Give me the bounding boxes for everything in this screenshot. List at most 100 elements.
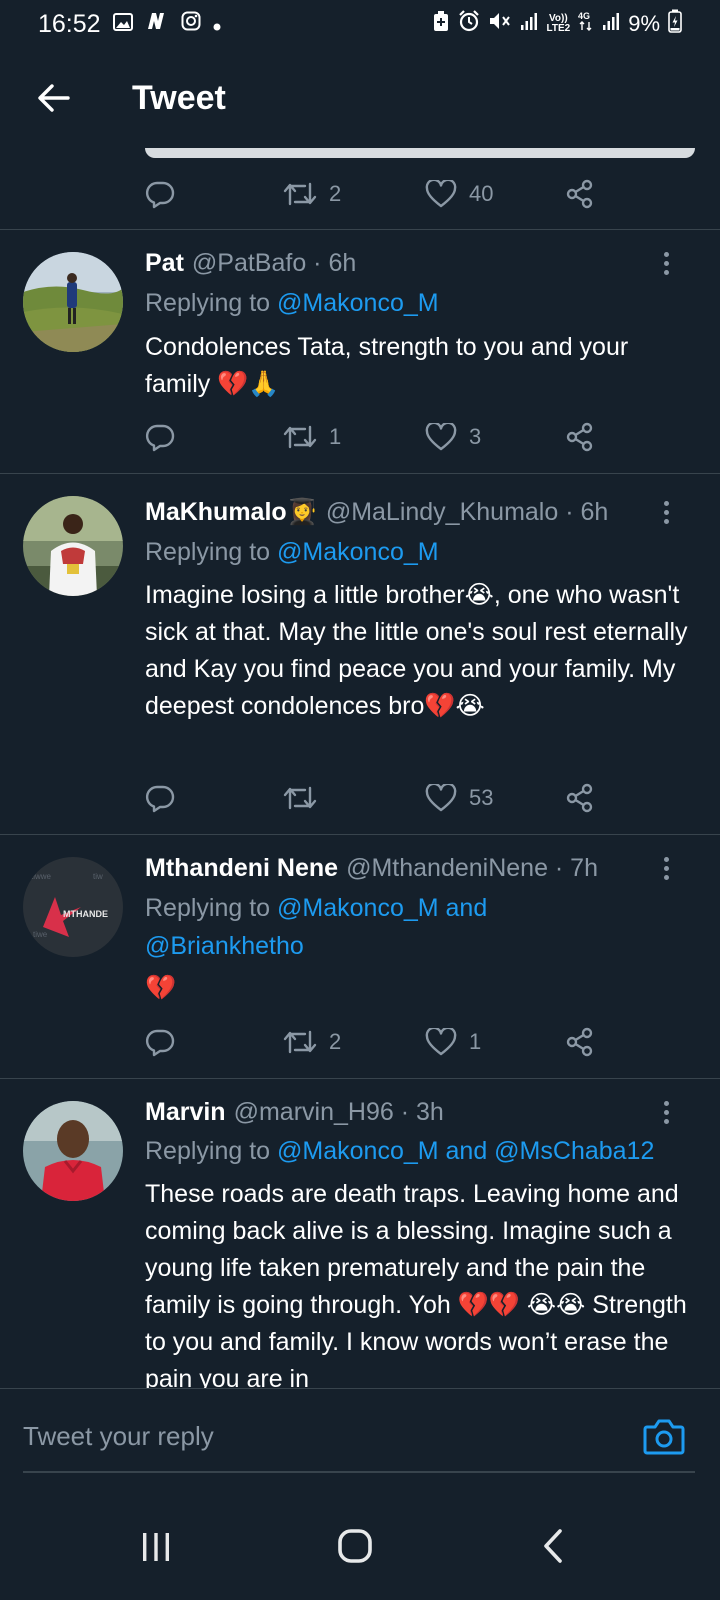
status-right: Vo)) LTE2 4G 9% [432, 9, 682, 39]
replying-prefix: Replying to [145, 289, 278, 317]
tweet-header: MaKhumalo👩‍🎓 @MaLindy_Khumalo · 6h [145, 494, 660, 530]
4g-icon: 4G [578, 10, 594, 38]
retweet-button[interactable]: 2 [283, 1022, 341, 1062]
retweet-button[interactable]: 1 [283, 417, 341, 457]
reply-button[interactable] [145, 778, 175, 818]
comment-bubble-icon [145, 1029, 175, 1057]
share-icon [566, 783, 593, 813]
more-options-button[interactable] [654, 245, 678, 281]
reply-button[interactable] [145, 417, 175, 457]
network-label: LTE2 [546, 23, 571, 34]
svg-text:tiwe: tiwe [33, 930, 48, 939]
like-count: 40 [469, 181, 494, 206]
replying-to: Replying to @Makonco_M and @MsChaba12 [145, 1132, 720, 1170]
share-icon [566, 179, 593, 209]
top-app-bar: Tweet [0, 48, 720, 148]
volte-icon: Vo)) LTE2 [546, 13, 571, 34]
avatar[interactable] [23, 496, 123, 596]
replying-to: Replying to @Makonco_M [145, 284, 696, 322]
display-name[interactable]: Mthandeni Nene [145, 854, 338, 883]
tweet-header: Pat @PatBafo · 6h [145, 245, 660, 281]
handle-and-time: @PatBafo · 6h [191, 248, 357, 277]
arrow-left-icon [38, 84, 70, 112]
camera-button[interactable] [643, 1417, 685, 1457]
media-card-remnant [145, 148, 695, 158]
replying-prefix: Replying to [145, 538, 278, 566]
reply-tweet[interactable]: Marvin @marvin_H96 · 3h Replying to @Mak… [0, 1079, 720, 1388]
more-options-button[interactable] [654, 1094, 678, 1130]
avatar[interactable] [23, 1101, 123, 1201]
tweet-text: These roads are death traps. Leaving hom… [145, 1180, 687, 1388]
signal-1-icon [520, 11, 538, 37]
home-button[interactable] [335, 1526, 375, 1566]
battery-percent: 9% [628, 11, 660, 36]
handle-and-time: @marvin_H96 · 3h [233, 1097, 444, 1126]
avatar[interactable]: tiwwe tiw MTHANDE tiwe [23, 857, 123, 957]
like-button[interactable]: 1 [425, 1022, 481, 1062]
retweet-icon [283, 425, 317, 449]
replying-to: Replying to @Makonco_M [145, 533, 696, 571]
mute-icon [488, 10, 512, 38]
retweet-icon [283, 182, 317, 206]
display-name[interactable]: Marvin [145, 1098, 226, 1127]
screen: 16:52 Vo)) LTE2 4G 9% Tweet 2 40 Pat @Pa… [0, 0, 720, 1600]
replying-to: Replying to @Makonco_M and @Briankhetho [145, 889, 520, 965]
replying-prefix: Replying to [145, 1137, 278, 1165]
tweet-header: Marvin @marvin_H96 · 3h [145, 1094, 660, 1130]
battery-charging-icon [668, 9, 682, 39]
display-name[interactable]: MaKhumalo👩‍🎓 [145, 498, 318, 527]
system-back-button[interactable] [535, 1526, 571, 1566]
heart-icon [425, 180, 457, 208]
reply-tweet[interactable]: tiwwe tiw MTHANDE tiwe Mthandeni Nene @Mtha… [0, 835, 720, 1078]
reply-tweet[interactable]: MaKhumalo👩‍🎓 @MaLindy_Khumalo · 6h Reply… [0, 474, 720, 834]
heart-icon [425, 1028, 457, 1056]
avatar-logo-text: MTHANDE [63, 909, 108, 919]
mention-link[interactable]: @Makonco_M [277, 289, 439, 317]
main-tweet-actions: 2 40 [145, 174, 615, 214]
heart-icon [425, 784, 457, 812]
reply-composer: Tweet your reply [0, 1388, 720, 1493]
share-button[interactable] [565, 417, 595, 457]
avatar[interactable] [23, 252, 123, 352]
recent-apps-icon [143, 1533, 169, 1561]
reply-button[interactable] [145, 174, 175, 214]
comment-bubble-icon [145, 181, 175, 209]
comment-bubble-icon [145, 424, 175, 452]
gallery-notification-icon [112, 10, 133, 38]
svg-text:tiw: tiw [93, 872, 103, 881]
reply-tweet[interactable]: Pat @PatBafo · 6h Replying to @Makonco_M… [0, 230, 720, 473]
share-icon [566, 1027, 593, 1057]
status-time: 16:52 [38, 9, 101, 38]
status-bar: 16:52 Vo)) LTE2 4G 9% [0, 0, 720, 48]
svg-text:4G: 4G [578, 11, 590, 21]
reply-button[interactable] [145, 1022, 175, 1062]
mention-link[interactable]: @Makonco_M and @MsChaba12 [277, 1137, 654, 1165]
like-button[interactable]: 3 [425, 417, 481, 457]
more-options-button[interactable] [654, 850, 678, 886]
like-button[interactable]: 40 [425, 174, 493, 214]
retweet-button[interactable]: 2 [283, 174, 341, 214]
alarm-icon [458, 10, 480, 38]
share-icon [566, 422, 593, 452]
page-title: Tweet [132, 78, 226, 117]
mention-link[interactable]: @Makonco_M [277, 538, 439, 566]
like-button[interactable]: 53 [425, 778, 493, 818]
svg-text:tiwwe: tiwwe [31, 872, 52, 881]
instagram-notification-icon [181, 10, 201, 38]
reply-input[interactable]: Tweet your reply [23, 1389, 603, 1484]
back-button[interactable] [36, 80, 72, 116]
share-button[interactable] [565, 174, 595, 214]
share-button[interactable] [565, 778, 595, 818]
share-button[interactable] [565, 1022, 595, 1062]
replying-prefix: Replying to [145, 894, 278, 922]
chevron-left-icon [544, 1529, 562, 1563]
system-nav-bar [0, 1493, 720, 1600]
retweet-count: 2 [329, 181, 342, 206]
more-options-button[interactable] [654, 494, 678, 530]
recent-apps-button[interactable] [138, 1529, 174, 1565]
tweet-text: 💔 [145, 974, 177, 1002]
display-name[interactable]: Pat [145, 249, 184, 278]
tweet-text: Condolences Tata, strength to you and yo… [145, 333, 629, 398]
retweet-button[interactable] [283, 778, 329, 818]
news-notification-icon [145, 10, 169, 38]
